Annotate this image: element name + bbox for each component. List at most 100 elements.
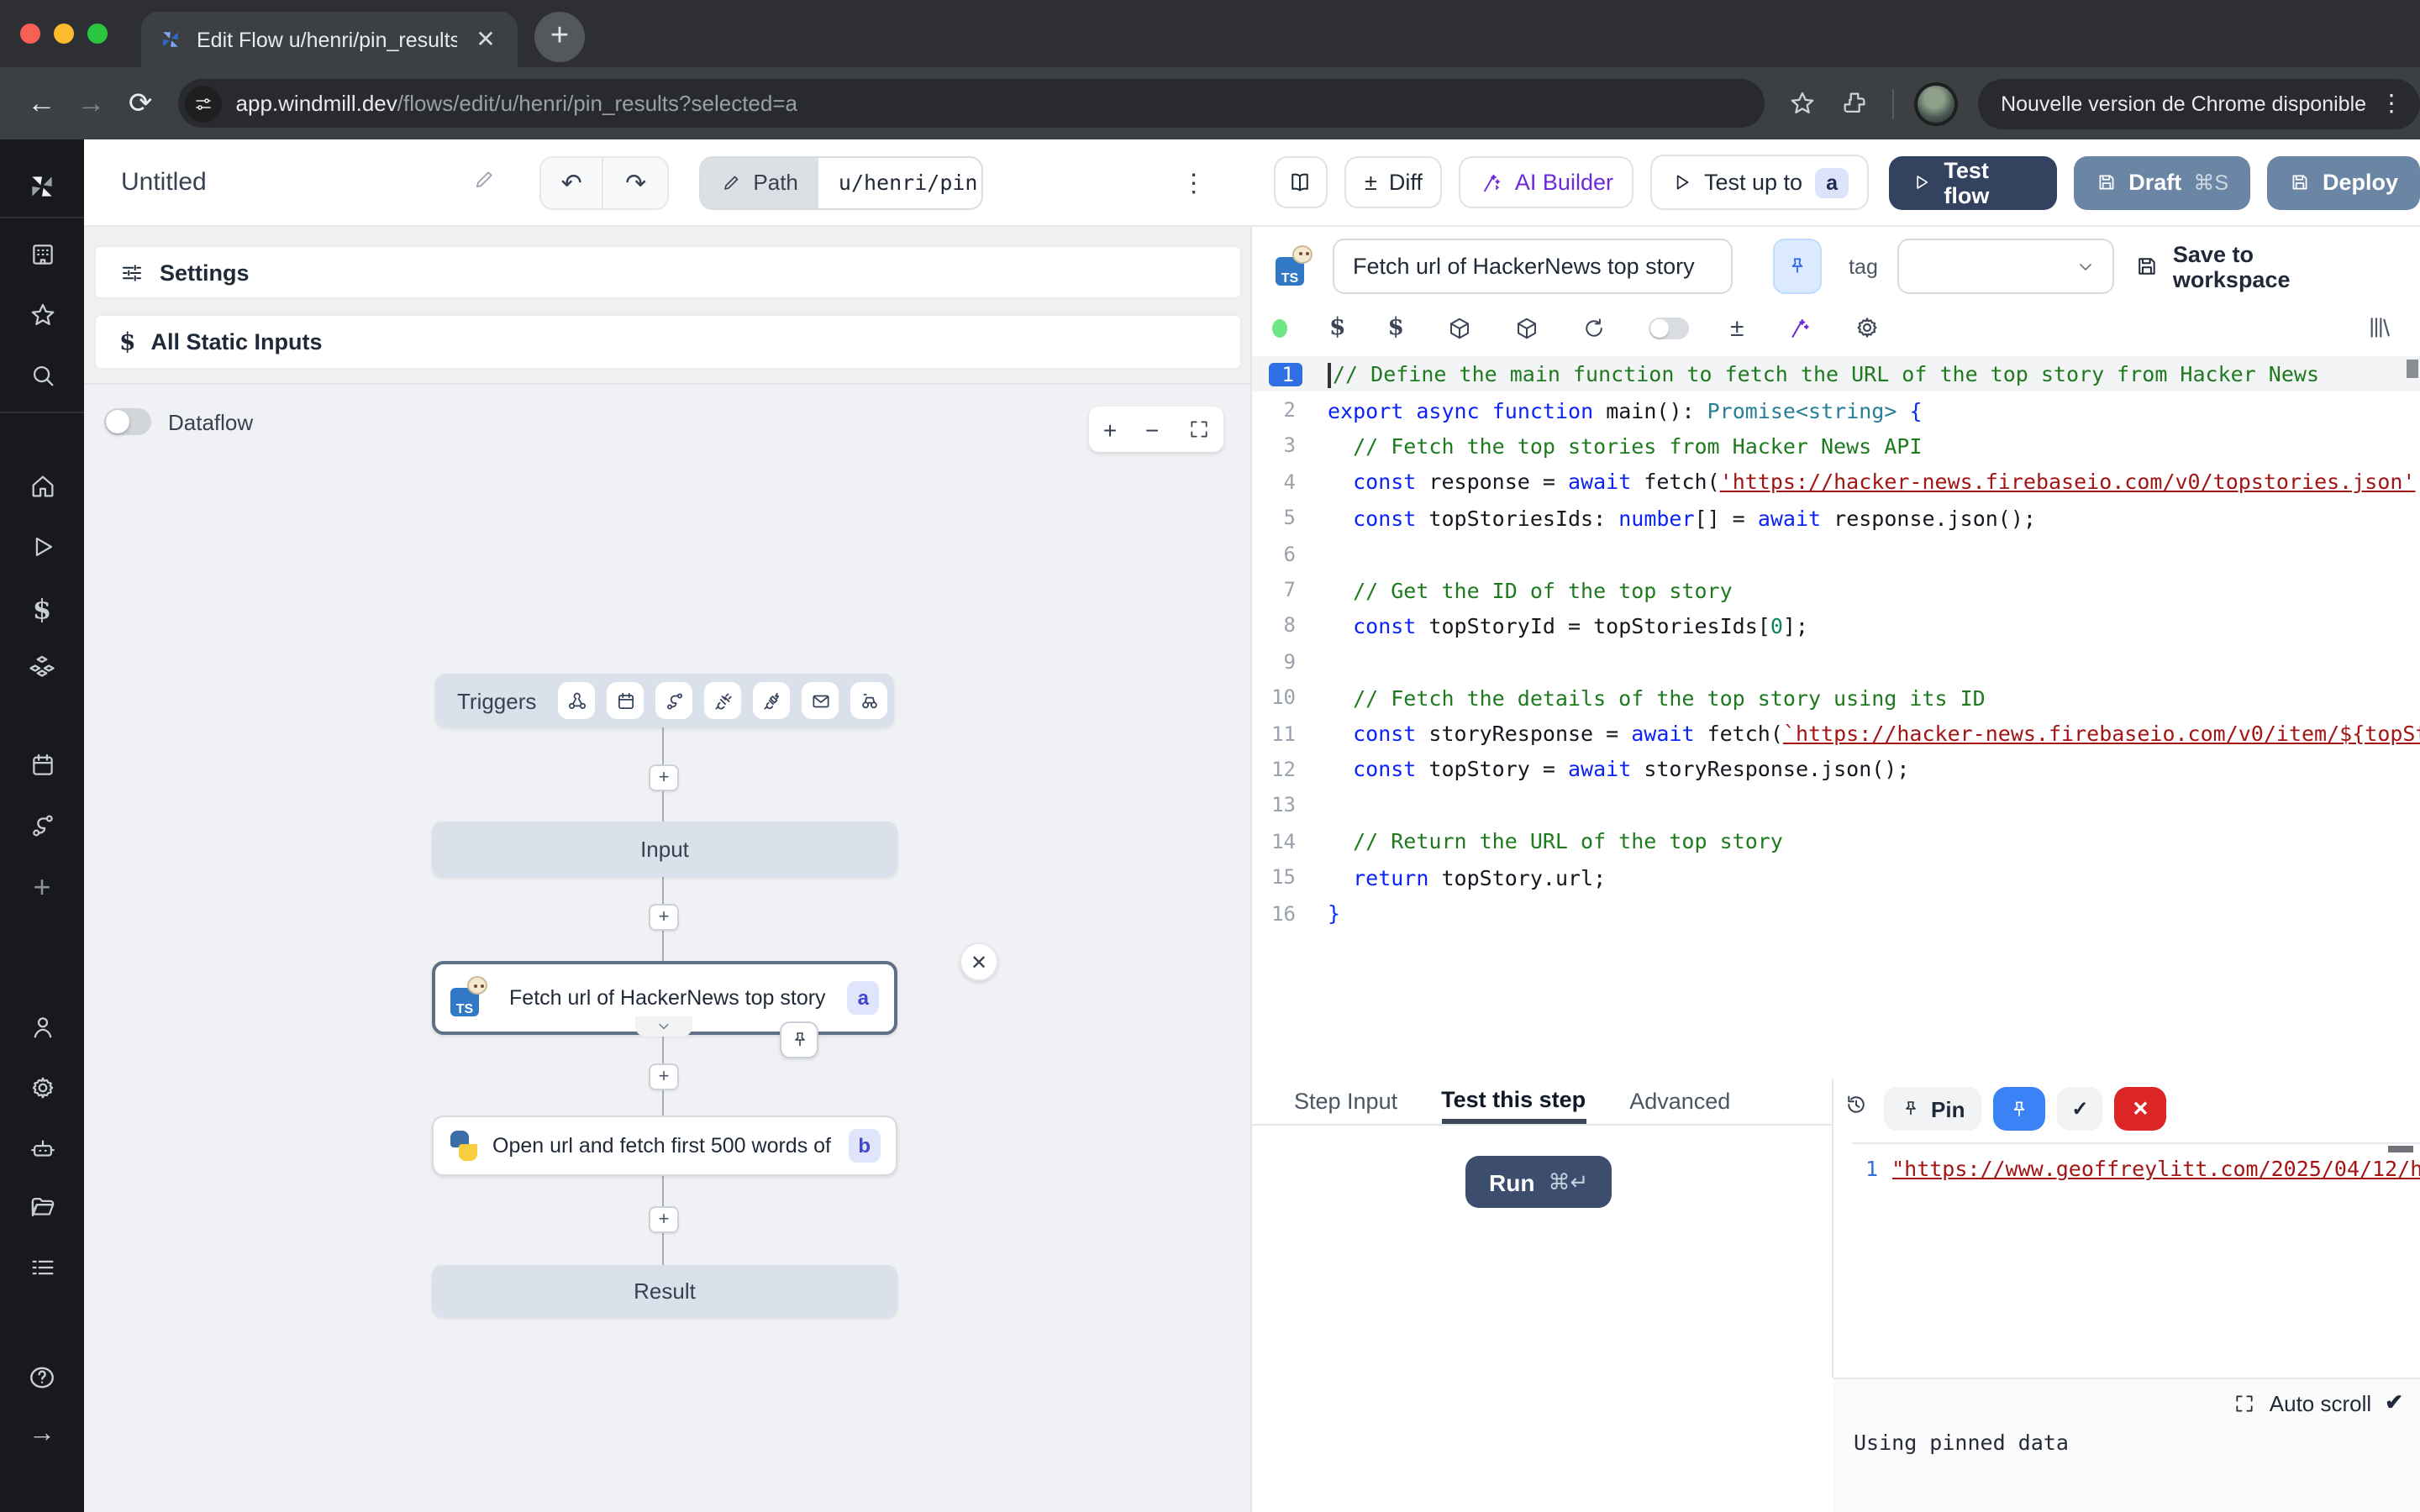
email-envelope-icon[interactable] — [802, 682, 839, 719]
redo-button[interactable]: ↷ — [604, 157, 667, 207]
variable-dollar-icon[interactable]: $ — [1329, 314, 1346, 341]
run-button[interactable]: Run ⌘↵ — [1465, 1156, 1612, 1208]
test-flow-button[interactable]: Test flow — [1890, 155, 2056, 209]
history-icon[interactable] — [1844, 1092, 1869, 1126]
ai-wand-icon[interactable] — [1786, 315, 1811, 340]
routes-icon[interactable] — [0, 811, 84, 840]
package-cube-icon[interactable] — [1513, 315, 1539, 340]
collapse-chevron-icon[interactable] — [635, 1016, 692, 1037]
ai-builder-button[interactable]: AI Builder — [1460, 156, 1634, 208]
triggers-node[interactable]: Triggers — [435, 674, 894, 727]
pin-step-button[interactable] — [1773, 239, 1822, 294]
expand-arrows-icon[interactable] — [2234, 1392, 2256, 1414]
path-value[interactable]: u/henri/pin — [818, 157, 983, 207]
pin-button[interactable]: Pin — [1884, 1087, 1981, 1131]
windmill-logo-icon[interactable] — [0, 170, 84, 203]
scheduled-poll-binoculars-icon[interactable] — [850, 682, 887, 719]
websocket-plug-icon[interactable] — [704, 682, 741, 719]
schedules-calendar-icon[interactable] — [0, 751, 84, 780]
minimize-window-button[interactable] — [54, 24, 74, 44]
step-badge[interactable]: a — [1814, 167, 1849, 197]
chrome-update-pill[interactable]: Nouvelle version de Chrome disponible ⋮ — [1977, 78, 2420, 129]
result-node[interactable]: Result — [432, 1265, 897, 1317]
add-step-plus-button[interactable]: + — [649, 1063, 679, 1090]
code-editor[interactable]: 1// Define the main function to fetch th… — [1252, 356, 2420, 1079]
fit-view-icon[interactable] — [1187, 418, 1209, 440]
library-lines-icon[interactable] — [2366, 314, 2393, 341]
tab-step-input[interactable]: Step Input — [1294, 1079, 1397, 1124]
chrome-menu-kebab-icon[interactable]: ⋮ — [2380, 89, 2403, 118]
zoom-out-icon[interactable]: − — [1145, 416, 1159, 443]
workspace-building-icon[interactable] — [0, 240, 84, 269]
flow-name-field[interactable]: Untitled — [121, 167, 495, 197]
dataflow-toggle[interactable] — [104, 408, 151, 435]
help-icon[interactable] — [0, 1362, 84, 1393]
address-bar[interactable]: app.windmill.dev/flows/edit/u/henri/pin_… — [179, 79, 1765, 128]
profile-avatar[interactable] — [1914, 81, 1957, 125]
zoom-in-icon[interactable]: + — [1103, 416, 1117, 443]
new-tab-button[interactable]: + — [534, 12, 585, 62]
tag-select[interactable] — [1898, 239, 2114, 294]
pinned-editor-scrollbar-thumb[interactable] — [2388, 1146, 2413, 1152]
site-settings-icon[interactable] — [186, 85, 223, 122]
test-up-to-button[interactable]: Test up to a — [1650, 155, 1870, 210]
pinned-data-editor[interactable]: 1 "https://www.geoffreylitt.com/2025/04/… — [1852, 1142, 2420, 1193]
reload-icon[interactable]: ⟳ — [116, 78, 166, 129]
close-window-button[interactable] — [20, 24, 40, 44]
forward-icon[interactable]: → — [66, 78, 116, 129]
refresh-icon[interactable] — [1581, 315, 1606, 340]
package-cube-icon[interactable] — [1446, 315, 1471, 340]
expand-arrow-icon[interactable]: → — [0, 1420, 84, 1450]
pinned-active-button[interactable] — [1993, 1087, 2045, 1131]
add-step-plus-button[interactable]: + — [649, 764, 679, 791]
all-static-inputs-row[interactable]: $ All Static Inputs — [94, 314, 1242, 370]
audit-logs-list-icon[interactable] — [0, 1253, 84, 1282]
save-to-workspace-button[interactable]: Save to workspace — [2134, 241, 2376, 291]
tab-test-this-step[interactable]: Test this step — [1441, 1079, 1586, 1124]
add-step-plus-button[interactable]: + — [649, 904, 679, 931]
http-route-icon[interactable] — [655, 682, 692, 719]
add-plus-icon[interactable]: + — [0, 870, 84, 906]
input-node[interactable]: Input — [432, 822, 897, 877]
draft-button[interactable]: Draft ⌘S — [2073, 155, 2250, 209]
pinned-step-pin-icon[interactable] — [780, 1021, 818, 1058]
runs-play-icon[interactable] — [0, 533, 84, 561]
path-group[interactable]: Path u/henri/pin — [699, 155, 982, 209]
settings-gear-icon[interactable] — [0, 1074, 84, 1102]
edit-pencil-icon[interactable] — [471, 167, 495, 197]
schedule-calendar-icon[interactable] — [607, 682, 644, 719]
step-title-input[interactable]: Fetch url of HackerNews top story — [1333, 239, 1733, 294]
workers-robot-icon[interactable] — [0, 1134, 84, 1163]
more-options-kebab-icon[interactable]: ⋮ — [1181, 167, 1207, 197]
diff-button[interactable]: ±Diff — [1344, 156, 1443, 208]
webhook-icon[interactable] — [558, 682, 595, 719]
resource-dollar-icon[interactable]: $ — [1388, 314, 1405, 341]
home-icon[interactable] — [0, 472, 84, 501]
variables-dollar-icon[interactable]: $ — [0, 593, 84, 625]
tab-advanced[interactable]: Advanced — [1629, 1079, 1730, 1124]
back-icon[interactable]: ← — [17, 78, 66, 129]
zoom-window-button[interactable] — [87, 24, 108, 44]
flow-graph-canvas[interactable]: Dataflow + − Triggers — [84, 383, 1250, 1512]
window-controls[interactable] — [20, 24, 108, 44]
add-step-plus-button[interactable]: + — [649, 1206, 679, 1233]
auto-scroll-control[interactable]: Auto scroll ✔ — [2234, 1389, 2403, 1416]
browser-tab[interactable]: Edit Flow u/henri/pin_results ✕ — [141, 12, 518, 67]
accept-check-button[interactable]: ✓ — [2057, 1087, 2102, 1131]
search-icon[interactable] — [0, 361, 84, 390]
step-node-b[interactable]: Open url and fetch first 500 words of ..… — [432, 1116, 897, 1176]
resources-cubes-icon[interactable] — [0, 652, 84, 682]
flow-settings-row[interactable]: Settings — [94, 245, 1242, 299]
deploy-button[interactable]: Deploy — [2267, 155, 2420, 209]
docs-book-button[interactable] — [1274, 156, 1328, 208]
plus-minus-icon[interactable]: ± — [1730, 313, 1744, 342]
tab-close-icon[interactable]: ✕ — [471, 24, 501, 55]
editor-scrollbar-thumb[interactable] — [2407, 360, 2418, 378]
user-icon[interactable] — [0, 1013, 84, 1042]
favorites-star-icon[interactable] — [0, 301, 84, 329]
path-button[interactable]: Path — [701, 157, 818, 207]
editor-settings-gear-icon[interactable] — [1853, 314, 1880, 341]
extensions-puzzle-icon[interactable] — [1840, 89, 1869, 118]
kafka-plug-bolt-icon[interactable] — [753, 682, 790, 719]
undo-button[interactable]: ↶ — [540, 157, 604, 207]
